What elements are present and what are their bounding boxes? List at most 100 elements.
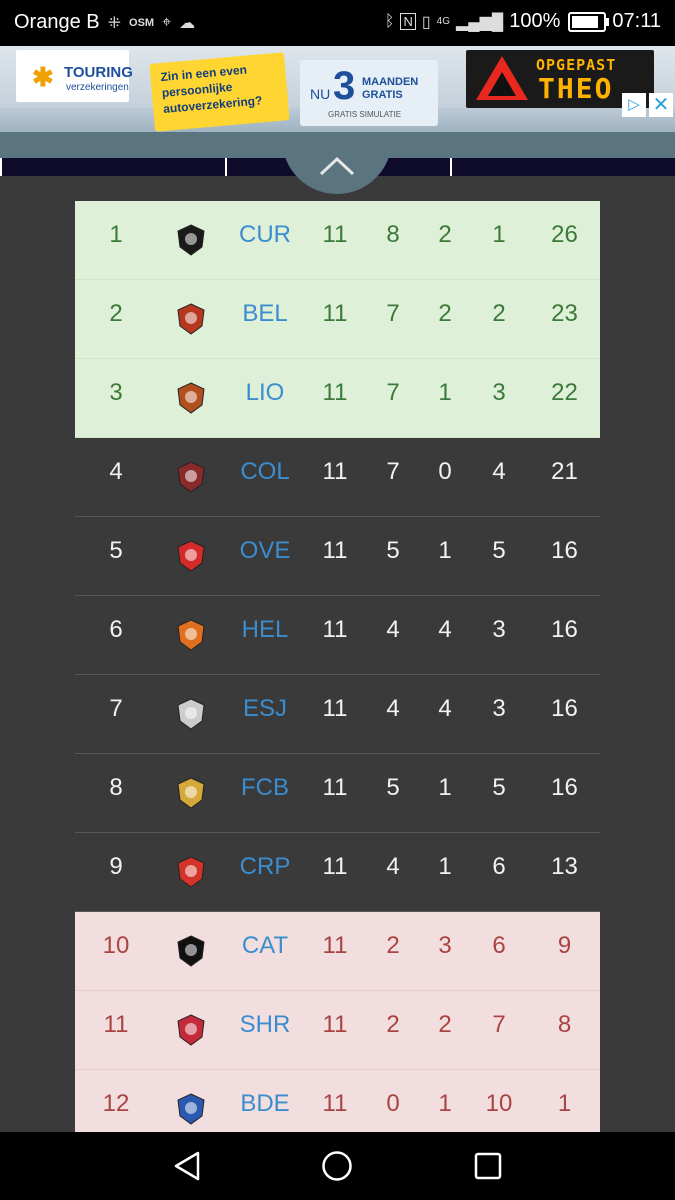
- team-name-link[interactable]: CAT: [230, 912, 300, 991]
- bel-logo-icon: [170, 280, 212, 359]
- standings-row[interactable]: 9 CRP 11 4 1 6 13: [75, 833, 600, 912]
- back-icon[interactable]: [172, 1150, 204, 1182]
- bluetooth-icon: ᛒ: [384, 12, 395, 30]
- position-cell: 4: [109, 458, 123, 485]
- touring-subbrand: verzekeringen: [66, 82, 129, 93]
- draws-cell: 4: [438, 616, 452, 643]
- team-name-link[interactable]: SHR: [230, 991, 300, 1070]
- wins-cell: 8: [386, 221, 400, 248]
- team-name-link[interactable]: HEL: [230, 596, 300, 675]
- team-name-link[interactable]: OVE: [230, 517, 300, 596]
- hel-logo-icon: [174, 611, 208, 651]
- ove-logo-icon: [170, 517, 212, 596]
- ad-banner[interactable]: ✱ TOURING verzekeringen Zin in een even …: [0, 46, 675, 132]
- cur-logo-icon: [174, 216, 208, 256]
- position-cell: 1: [109, 221, 123, 248]
- home-icon[interactable]: [321, 1150, 353, 1182]
- vibrate-icon: ▯: [421, 13, 431, 31]
- points-cell: 13: [551, 853, 578, 880]
- played-cell: 11: [322, 774, 348, 801]
- ad-close-icon[interactable]: ✕: [649, 93, 673, 117]
- standings-row[interactable]: 2 BEL 11 7 2 2 23: [75, 280, 600, 359]
- standings-table: 1 CUR 11 8 2 1 26 2 BEL 11 7 2 2 23 3 LIO 11 7 1 3 22 4 COL 11 7…: [75, 201, 600, 1149]
- points-cell: 16: [551, 537, 578, 564]
- standings-row[interactable]: 7 ESJ 11 4 4 3 16: [75, 675, 600, 754]
- played-cell: 11: [322, 379, 348, 406]
- network-type: 4G: [436, 16, 450, 27]
- wins-cell: 5: [386, 774, 400, 801]
- standings-row[interactable]: 8 FCB 11 5 1 5 16: [75, 754, 600, 833]
- standings-row[interactable]: 10 CAT 11 2 3 6 9: [75, 912, 600, 991]
- position-cell: 11: [103, 1011, 129, 1038]
- losses-cell: 3: [492, 695, 506, 722]
- draws-cell: 1: [438, 537, 452, 564]
- col-logo-icon: [170, 438, 212, 517]
- ad-sign-line2: THEO: [538, 72, 614, 105]
- recents-icon[interactable]: [472, 1150, 504, 1182]
- played-cell: 11: [322, 537, 348, 564]
- ad-offer: NU 3 MAANDEN GRATIS GRATIS SIMULATIE: [300, 60, 438, 126]
- status-bar: Orange B ⁜ OSM ⌖ ☁ ᛒ N ▯ 4G ▂▄▆█ 100% 07…: [0, 0, 675, 46]
- standings-row[interactable]: 1 CUR 11 8 2 1 26: [75, 201, 600, 280]
- losses-cell: 2: [492, 300, 506, 327]
- losses-cell: 5: [492, 537, 506, 564]
- draws-cell: 1: [438, 774, 452, 801]
- team-name-link[interactable]: ESJ: [230, 675, 300, 754]
- played-cell: 11: [322, 1011, 348, 1038]
- map-icon: ⌖: [162, 13, 172, 31]
- hel-logo-icon: [170, 596, 212, 675]
- ad-sticky-text: Zin in een even persoonlijke autoverzeke…: [159, 62, 263, 116]
- esj-logo-icon: [170, 675, 212, 754]
- carrier-name: Orange B: [14, 11, 100, 33]
- losses-cell: 3: [492, 616, 506, 643]
- standings-row[interactable]: 4 COL 11 7 0 4 21: [75, 438, 600, 517]
- points-cell: 23: [551, 300, 578, 327]
- standings-row[interactable]: 11 SHR 11 2 2 7 8: [75, 991, 600, 1070]
- chevron-up-icon: [319, 156, 355, 176]
- standings-row[interactable]: 6 HEL 11 4 4 3 16: [75, 596, 600, 675]
- losses-cell: 5: [492, 774, 506, 801]
- adchoices-icon[interactable]: ▷: [622, 93, 646, 117]
- grid-icon: ⁜: [107, 14, 122, 32]
- losses-cell: 4: [492, 458, 506, 485]
- team-name-link[interactable]: COL: [230, 438, 300, 517]
- wins-cell: 7: [386, 300, 400, 327]
- standings-row[interactable]: 3 LIO 11 7 1 3 22: [75, 359, 600, 438]
- cloud-icon: ☁: [179, 14, 196, 32]
- team-name-link[interactable]: LIO: [230, 359, 300, 438]
- wins-cell: 2: [386, 932, 400, 959]
- losses-cell: 6: [492, 932, 506, 959]
- esj-logo-icon: [174, 690, 208, 730]
- touring-brand: TOURING: [64, 64, 133, 81]
- draws-cell: 0: [438, 458, 452, 485]
- header-separator: [450, 158, 452, 176]
- lio-logo-icon: [174, 374, 208, 414]
- losses-cell: 7: [492, 1011, 506, 1038]
- cat-logo-icon: [170, 912, 212, 991]
- wins-cell: 7: [386, 379, 400, 406]
- header-separator: [0, 158, 2, 176]
- crp-logo-icon: [174, 848, 208, 888]
- ad-offer-sub: GRATIS SIMULATIE: [328, 110, 402, 119]
- draws-cell: 1: [438, 853, 452, 880]
- points-cell: 8: [557, 1011, 572, 1038]
- collapse-button[interactable]: [282, 132, 392, 194]
- touring-mark-icon: ✱: [32, 62, 54, 92]
- position-cell: 8: [109, 774, 123, 801]
- draws-cell: 2: [438, 300, 452, 327]
- shr-logo-icon: [170, 991, 212, 1070]
- battery-icon: [568, 11, 610, 32]
- draws-cell: 2: [438, 221, 452, 248]
- team-name-link[interactable]: FCB: [230, 754, 300, 833]
- played-cell: 11: [322, 853, 348, 880]
- standings-row[interactable]: 5 OVE 11 5 1 5 16: [75, 517, 600, 596]
- position-cell: 6: [109, 616, 123, 643]
- wins-cell: 7: [386, 458, 400, 485]
- team-name-link[interactable]: CUR: [230, 201, 300, 280]
- battery-percent: 100%: [509, 10, 561, 32]
- points-cell: 26: [551, 221, 578, 248]
- ad-sticky-note: Zin in een even persoonlijke autoverzeke…: [149, 52, 290, 132]
- team-name-link[interactable]: CRP: [230, 833, 300, 912]
- team-name-link[interactable]: BEL: [230, 280, 300, 359]
- lio-logo-icon: [170, 359, 212, 438]
